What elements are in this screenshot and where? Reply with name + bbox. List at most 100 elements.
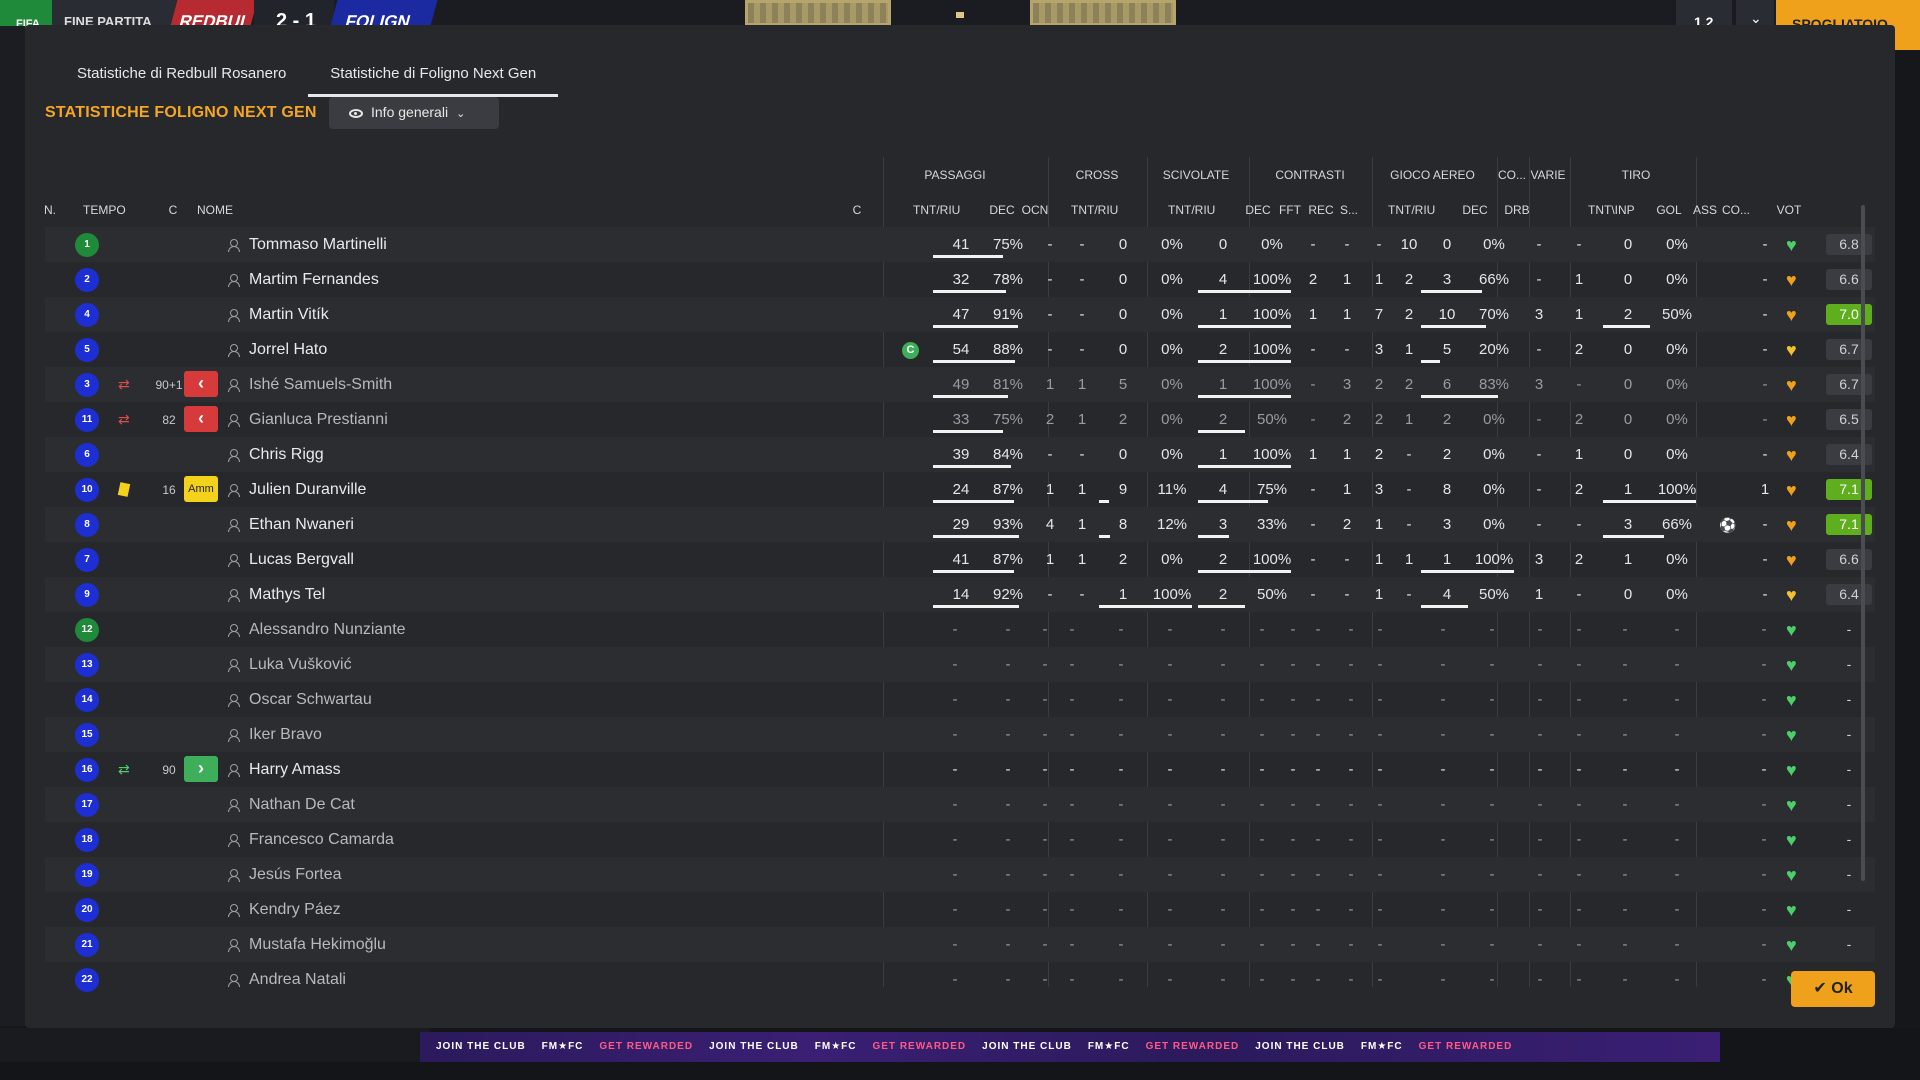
column-header[interactable]: GOL: [1649, 203, 1689, 217]
percent-bar: [1198, 465, 1291, 468]
stat-cell: -: [1118, 936, 1124, 953]
column-header[interactable]: TNT/RIU: [1071, 203, 1118, 217]
player-name[interactable]: Oscar Schwartau: [249, 691, 372, 709]
player-name[interactable]: Francesco Camarda: [249, 831, 394, 849]
stat-cell: -: [1576, 971, 1582, 988]
column-header[interactable]: TNT/RIU: [1388, 203, 1435, 217]
column-header[interactable]: TNT/RIU: [913, 203, 960, 217]
stat-cell: -: [1674, 936, 1680, 953]
table-row[interactable]: 7 Lucas Bergvall 41 87% 1 1 2 0% 2 100% - - 1 1 1 100% 3…: [45, 542, 1875, 577]
column-header[interactable]: OCN: [1015, 203, 1055, 217]
player-name[interactable]: Jesús Fortea: [249, 866, 341, 884]
percent-bar: [933, 290, 1006, 293]
player-name[interactable]: Andrea Natali: [249, 971, 346, 989]
speed-button[interactable]: 1.2: [1676, 0, 1732, 30]
scrollbar[interactable]: [1861, 205, 1865, 881]
player-name[interactable]: Julien Duranville: [249, 481, 366, 499]
player-rating: -: [1846, 691, 1852, 707]
stat-cell: -: [1220, 761, 1226, 778]
chevron-down-icon[interactable]: ⌄: [1736, 0, 1774, 26]
view-select[interactable]: Info generali ⌄: [329, 97, 499, 129]
stat-cell: -: [1348, 971, 1354, 988]
player-name[interactable]: Alessandro Nunziante: [249, 621, 406, 639]
table-row[interactable]: 11 ⇄ 82 ‹ Gianluca Prestianni 33 75% 2 1 2 0% 2 50% -…: [45, 402, 1875, 437]
column-header[interactable]: C: [837, 203, 877, 217]
tab-home-stats[interactable]: Statistiche di Redbull Rosanero: [55, 59, 308, 97]
stat-cell: -: [1377, 621, 1383, 638]
player-name[interactable]: Ishé Samuels-Smith: [249, 376, 392, 394]
stat-cell: -: [1674, 656, 1680, 673]
player-name[interactable]: Mustafa Hekimoğlu: [249, 936, 386, 954]
table-row[interactable]: 14 Oscar Schwartau - - - - - - - - - - - - - - - - - - - ♥ -: [45, 682, 1875, 717]
column-header[interactable]: N.: [30, 203, 70, 217]
table-row[interactable]: 3 ⇄ 90+1 ‹ Ishé Samuels-Smith 49 81% 1 1 5 0% 1 100%…: [45, 367, 1875, 402]
table-row[interactable]: 4 Martin Vitík 47 91% - - 0 0% 1 100% 1 1 7 2 10 70% 3 1 2…: [45, 297, 1875, 332]
player-name[interactable]: Jorrel Hato: [249, 341, 327, 359]
column-header[interactable]: NOME: [197, 203, 317, 217]
table-row[interactable]: 21 Mustafa Hekimoğlu - - - - - - - - - - - - - - - - - - - ♥ -: [45, 927, 1875, 962]
stat-cell: -: [1348, 866, 1354, 883]
stat-cell: 2: [1342, 411, 1352, 428]
player-name[interactable]: Ethan Nwaneri: [249, 516, 354, 534]
stat-cell: 1: [1404, 341, 1414, 358]
column-header[interactable]: VOT: [1769, 203, 1809, 217]
table-row[interactable]: 15 Iker Bravo - - - - - - - - - - - - - - - - - - - ♥ -: [45, 717, 1875, 752]
player-name[interactable]: Kendry Páez: [249, 901, 341, 919]
table-row[interactable]: 10 16 Amm Julien Duranville 24 87% 1 1 9 11% 4 75% -…: [45, 472, 1875, 507]
stat-cell: -: [1069, 971, 1075, 988]
table-row[interactable]: 2 Martim Fernandes 32 78% - -0 0% 4 100% 2 1 1 2 3 66%…: [45, 262, 1875, 297]
table-row[interactable]: 5 Jorrel Hato C 54 88% - - 0 0% 2 100% - - 3 1 5 20% - 2 0 0…: [45, 332, 1875, 367]
view-select-label: Info generali: [371, 104, 449, 120]
player-name[interactable]: Lucas Bergvall: [249, 551, 354, 569]
column-header[interactable]: DRB: [1497, 203, 1537, 217]
column-header[interactable]: TNT\INP: [1588, 203, 1635, 217]
table-row[interactable]: 13 Luka Vušković - - - - - - - - - - - - - - - - - - - ♥ -: [45, 647, 1875, 682]
player-name[interactable]: Nathan De Cat: [249, 796, 355, 814]
player-name[interactable]: Tommaso Martinelli: [249, 236, 387, 254]
column-header[interactable]: DEC: [1455, 203, 1495, 217]
table-row[interactable]: 1 Tommaso Martinelli 41 75% - - 0 0% 0 0% - - - 10 0 0%…: [45, 227, 1875, 262]
percent-bar: [1421, 290, 1483, 293]
player-name[interactable]: Martin Vitík: [249, 306, 329, 324]
shirt-number: 21: [75, 933, 99, 957]
player-name[interactable]: Luka Vušković: [249, 656, 352, 674]
stat-cell: 75%: [992, 236, 1024, 253]
column-header[interactable]: CO...: [1716, 203, 1756, 217]
table-row[interactable]: 12 Alessandro Nunziante - - - - - - - - - - - - - - - - - -…: [45, 612, 1875, 647]
table-row[interactable]: 6 Chris Rigg 39 84% - -0 0% 1 100% 1 1 2-2 0% -1 0 0% - ♥…: [45, 437, 1875, 472]
table-row[interactable]: 8 Ethan Nwaneri 29 93% 4 1 8 12% 3 33% - 2 1 - 3 0% - - 3 6…: [45, 507, 1875, 542]
player-name[interactable]: Martim Fernandes: [249, 271, 379, 289]
column-header[interactable]: TEMPO: [83, 203, 126, 217]
column-header[interactable]: C: [153, 203, 193, 217]
stat-cell: -: [1069, 761, 1075, 778]
player-name[interactable]: Gianluca Prestianni: [249, 411, 388, 429]
chevron-down-icon: ⌄: [456, 108, 466, 120]
ok-button[interactable]: ✔ Ok: [1791, 971, 1875, 1007]
table-row[interactable]: 9 Mathys Tel 14 92% - - 1 100% 2 50% - - 1 - 4 50% 1 - 0 0%…: [45, 577, 1875, 612]
table-row[interactable]: 20 Kendry Páez - - - - - - - - - - - - - - - - - - - ♥ -: [45, 892, 1875, 927]
player-icon: [228, 414, 240, 427]
stat-cell: -: [1047, 586, 1053, 603]
column-header[interactable]: TNT/RIU: [1168, 203, 1215, 217]
stat-cell: -: [1290, 831, 1296, 848]
player-name[interactable]: Chris Rigg: [249, 446, 324, 464]
table-row[interactable]: 18 Francesco Camarda - - - - - - - - - - - - - - - - - - - ♥ -: [45, 822, 1875, 857]
tab-away-stats[interactable]: Statistiche di Foligno Next Gen: [308, 59, 559, 97]
column-header[interactable]: S...: [1329, 203, 1369, 217]
player-name[interactable]: Harry Amass: [249, 761, 341, 779]
table-row[interactable]: 16 ⇄ 90 › Harry Amass - - - - - - - - - - - - - - - - - - - ♥ -: [45, 752, 1875, 787]
stat-cell: 2: [1308, 271, 1318, 288]
stat-cell: -: [1440, 726, 1446, 743]
table-row[interactable]: 19 Jesús Fortea - - - - - - - - - - - - - - - - - - - ♥ -: [45, 857, 1875, 892]
stat-cell: -: [952, 971, 958, 988]
player-name[interactable]: Iker Bravo: [249, 726, 322, 744]
percent-bar: [933, 360, 1015, 363]
banner-text: GET REWARDED: [1418, 1041, 1513, 1052]
stat-cell: -: [1440, 656, 1446, 673]
stat-cell: -: [1576, 236, 1582, 253]
table-row[interactable]: 22Andrea Natali-------------------♥-: [45, 962, 1875, 997]
stat-cell: 1: [1442, 551, 1452, 568]
table-row[interactable]: 17 Nathan De Cat - - - - - - - - - - - - - - - - - - - ♥ -: [45, 787, 1875, 822]
stat-cell: -: [1537, 971, 1543, 988]
player-name[interactable]: Mathys Tel: [249, 586, 325, 604]
